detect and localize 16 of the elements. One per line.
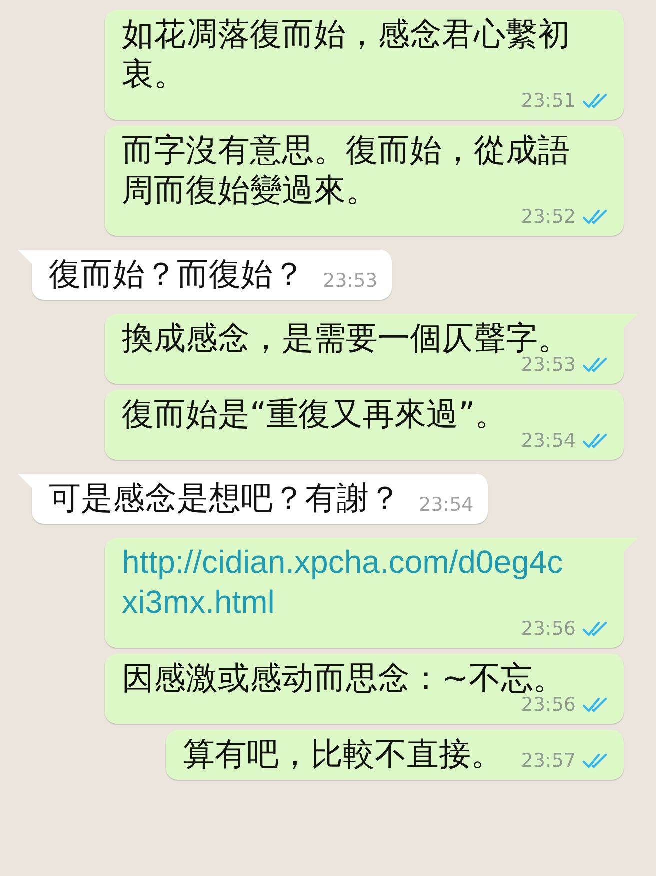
message-time: 23:53 bbox=[323, 270, 378, 292]
message-time: 23:54 bbox=[419, 494, 474, 516]
message-text: 因感激或感动而思念：~不忘。 bbox=[122, 658, 565, 697]
message-time: 23:51 bbox=[521, 90, 576, 112]
message-text: 換成感念，是需要一個仄聲字。 bbox=[122, 318, 570, 357]
message-time: 23:57 bbox=[521, 750, 576, 772]
message-text: 復而始？而復始？ bbox=[49, 254, 305, 294]
message-text: 而字沒有意思。復而始，從成語周而復始變過來。 bbox=[122, 130, 570, 209]
message-text: 復而始是“重復又再來過”。 bbox=[122, 394, 508, 434]
message-time: 23:53 bbox=[521, 354, 576, 376]
message-text: 可是感念是想吧？有謝？ bbox=[49, 478, 401, 518]
message-text: 算有吧，比較不直接。 bbox=[183, 734, 504, 774]
message-time: 23:54 bbox=[521, 430, 576, 452]
message-text: 如花凋落復而始，感念君心繫初衷。 bbox=[122, 14, 570, 93]
message-time: 23:56 bbox=[521, 694, 576, 716]
message-time: 23:52 bbox=[521, 206, 576, 228]
